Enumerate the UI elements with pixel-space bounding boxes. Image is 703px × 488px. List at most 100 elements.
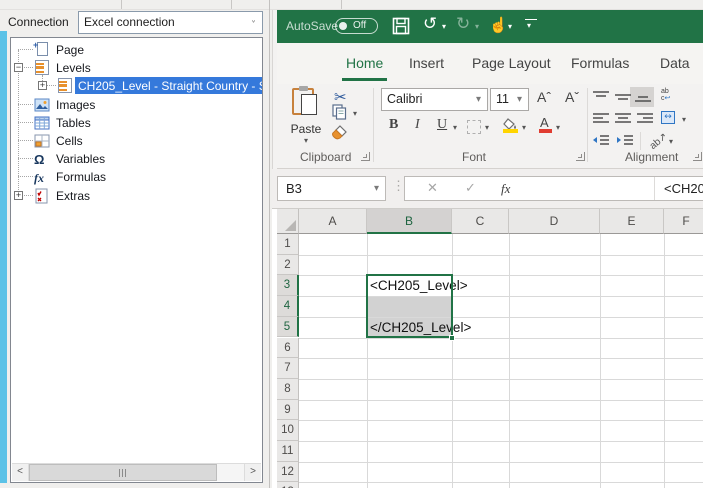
tree-selection-highlight[interactable]: CH205_Level - Straight Country - Sale [75,77,262,95]
underline-button[interactable]: U [437,117,447,133]
increase-indent-button[interactable] [616,134,634,147]
expand-plus-icon[interactable]: + [14,190,23,200]
insert-function-icon[interactable]: fx [501,181,510,197]
enter-icon[interactable]: ✓ [465,181,476,196]
align-left-button[interactable] [592,112,610,125]
decrease-font-size-button[interactable]: Aˇ [565,89,579,105]
paste-button[interactable]: Paste ▾ [283,86,329,148]
align-center-button[interactable] [614,112,632,125]
autosave-toggle[interactable]: Off [335,18,378,34]
copy-button[interactable] [332,104,347,125]
tree-item-label: Extras [56,188,91,203]
redo-dropdown-caret-icon[interactable]: ▾ [475,22,479,31]
row-header-7[interactable]: 7 [277,358,299,379]
formula-bar[interactable]: ✕ ✓ fx <CH205_Level> [404,176,703,201]
select-all-corner[interactable] [277,209,299,234]
row-header-1[interactable]: 1 [277,234,299,255]
tree-item-tables[interactable]: Tables [11,114,262,132]
font-name-combo[interactable]: Calibri ▾ [381,88,488,111]
undo-dropdown-caret-icon[interactable]: ▾ [442,22,446,31]
column-header-A[interactable]: A [299,209,367,234]
connection-dropdown[interactable]: Excel connection ˅ [78,11,263,34]
row-header-10[interactable]: 10 [277,420,299,441]
redo-button[interactable]: ↻ [456,16,470,33]
italic-button[interactable]: I [415,117,420,133]
wrap-text-button[interactable]: ab c↩ [661,88,670,102]
top-align-button[interactable] [592,90,610,103]
row-header-5[interactable]: 5 [277,316,299,338]
borders-caret-icon[interactable]: ▾ [485,123,489,132]
tab-formulas[interactable]: Formulas [567,43,633,84]
tab-data[interactable]: Data [656,43,694,84]
align-right-button[interactable] [636,112,654,125]
fill-color-bar [503,129,518,133]
tree-item-variables[interactable]: Ω Variables [11,150,262,168]
tree-horizontal-scrollbar[interactable]: < > [12,463,261,481]
row-header-11[interactable]: 11 [277,441,299,462]
row-header-6[interactable]: 6 [277,337,299,359]
clipboard-dialog-launcher[interactable] [361,152,370,161]
tree-item-extras[interactable]: + Extras [11,187,262,205]
column-header-B[interactable]: B [367,209,452,234]
scroll-left-button[interactable]: < [12,464,29,481]
customize-qat-icon[interactable]: ▾ [525,19,537,30]
undo-button[interactable]: ↺ [423,16,437,33]
bottom-align-button[interactable] [634,90,652,103]
tab-page-layout[interactable]: Page Layout [468,43,555,84]
name-box[interactable]: B3 ▾ [277,176,386,201]
fill-color-caret-icon[interactable]: ▾ [522,123,526,132]
merge-center-button[interactable]: ↔ [661,111,675,124]
tree-item-formulas[interactable]: fx Formulas [11,168,262,186]
touch-mode-caret-icon[interactable]: ▾ [508,22,512,31]
panel-splitter[interactable] [269,0,270,488]
format-painter-button[interactable] [330,125,348,141]
group-divider [587,88,588,162]
tree-item-ch205-level[interactable]: + CH205_Level - Straight Country - Sale [11,77,262,95]
column-header-F[interactable]: F [664,209,703,234]
font-color-button[interactable]: A [539,115,552,133]
fill-handle[interactable] [449,334,455,341]
copy-dropdown-caret-icon[interactable]: ▾ [353,109,357,118]
tab-insert[interactable]: Insert [405,43,448,84]
row-header-13[interactable]: 13 [277,482,299,488]
tree-item-levels[interactable]: − Levels [11,59,262,77]
font-color-bar [539,129,552,133]
underline-caret-icon[interactable]: ▾ [453,123,457,132]
row-header-8[interactable]: 8 [277,378,299,400]
borders-button[interactable] [467,120,481,134]
grid-hline [299,482,703,484]
tree-item-page[interactable]: + Page [11,40,262,59]
font-dialog-launcher[interactable] [576,152,585,161]
touch-mode-button[interactable]: ☝ [489,16,508,34]
scrollbar-thumb[interactable] [29,464,217,481]
bold-button[interactable]: B [389,117,398,133]
formula-divider [654,177,655,200]
collapse-minus-icon[interactable]: − [14,63,23,73]
tree-item-cells[interactable]: Cells [11,132,262,150]
row-header-9[interactable]: 9 [277,399,299,421]
column-header-D[interactable]: D [509,209,600,234]
alignment-dialog-launcher[interactable] [693,152,702,161]
scroll-right-button[interactable]: > [244,464,261,481]
row-header-12[interactable]: 12 [277,461,299,483]
decrease-indent-button[interactable] [592,134,610,147]
column-header-E[interactable]: E [600,209,664,234]
expand-plus-icon[interactable]: + [38,81,47,91]
orientation-caret-icon[interactable]: ▾ [669,137,673,146]
orientation-button[interactable]: ab↗ [648,131,670,152]
middle-align-button[interactable] [614,90,632,103]
tab-home[interactable]: Home [342,43,388,84]
column-header-C[interactable]: C [452,209,509,234]
font-size-combo[interactable]: 11 ▾ [490,88,529,111]
tree-item-images[interactable]: Images [11,96,262,114]
row-header-3[interactable]: 3 [277,275,299,297]
merge-center-caret-icon[interactable]: ▾ [682,115,686,124]
save-button[interactable] [392,17,410,40]
cancel-icon[interactable]: ✕ [427,181,438,196]
font-color-caret-icon[interactable]: ▾ [556,123,560,132]
fill-color-button[interactable] [503,117,518,135]
row-header-2[interactable]: 2 [277,254,299,276]
paste-dropdown-caret-icon[interactable]: ▾ [283,136,329,145]
row-header-4[interactable]: 4 [277,296,299,317]
increase-font-size-button[interactable]: Aˆ [537,89,551,105]
